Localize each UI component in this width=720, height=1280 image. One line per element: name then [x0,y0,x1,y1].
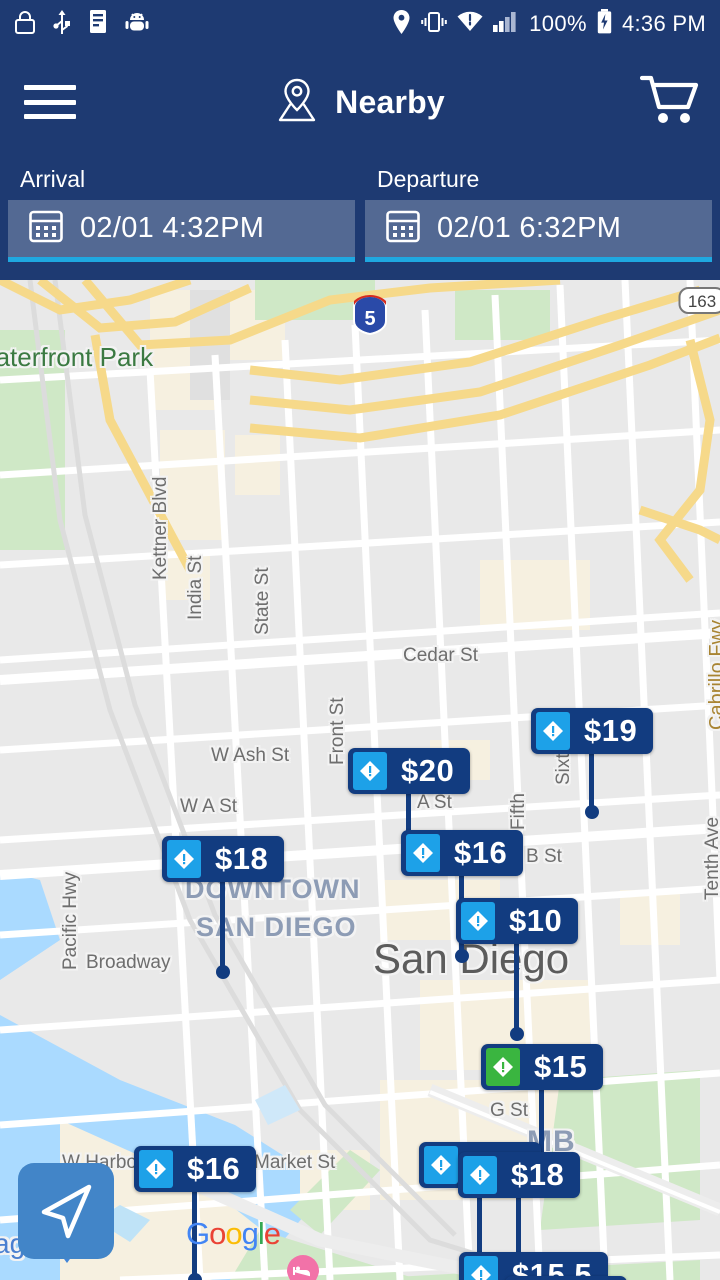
map-label-front-st: Front St [327,697,348,765]
status-bar: 100% 4:36 PM [0,0,720,48]
price-marker-pill[interactable]: $16 [134,1146,257,1192]
price-label: $16 [454,835,508,870]
price-marker-pill[interactable]: $10 [456,898,579,944]
map-label-a-st: A St [417,792,452,813]
parking-diamond-icon [486,1048,520,1086]
map-label-cabrillo-fwy: Cabrillo Fwy [706,619,720,730]
android-bug-icon [125,11,149,38]
price-label: $20 [401,753,455,788]
price-marker-pill[interactable]: $18 [162,836,285,882]
map-label-market-st: Market St [254,1152,336,1173]
navigation-arrow-icon [41,1184,92,1239]
highway-shield-163: 163 [678,286,720,321]
lock-icon [14,10,36,39]
map-label-kettner-blvd: Kettner Blvd [150,476,171,581]
locate-me-button[interactable] [18,1163,114,1259]
parking-diamond-icon [464,1256,498,1280]
marker-anchor-dot [454,949,469,963]
document-icon [88,9,108,39]
parking-diamond-icon [461,902,495,940]
cell-signal-icon [493,11,519,37]
map-pin-icon [275,76,319,129]
parking-diamond-icon [406,834,440,872]
marker-anchor-dot [509,1027,524,1041]
marker-anchor-dot [187,1273,202,1280]
google-watermark: Google [186,1216,281,1251]
marker-anchor-dot [584,805,599,819]
parking-diamond-icon [353,752,387,790]
map-label-w-ash-st: W Ash St [211,745,290,766]
page-title: Nearby [335,83,445,120]
price-marker-pill[interactable]: $18 [505,1276,628,1280]
departure-datetime-field[interactable]: 02/01 6:32PM [365,200,712,262]
price-marker-pill[interactable]: $18 [458,1152,581,1198]
app-bar: Nearby [0,48,720,156]
marker-anchor-dot [215,965,230,979]
arrival-datetime-value: 02/01 4:32PM [80,212,265,244]
arrival-datetime-field[interactable]: 02/01 4:32PM [8,200,355,262]
highway-shield-5: 5 [352,294,388,340]
map-label-state-st: State St [252,567,273,635]
hotel-poi-pin-marriott[interactable] [286,1255,320,1280]
wifi-icon [457,11,483,37]
price-marker-pill[interactable]: $19 [531,708,654,754]
svg-text:5: 5 [364,308,375,330]
marker-stem [220,880,225,972]
app-bar-title-group: Nearby [0,76,720,129]
clock-label: 4:36 PM [621,11,706,36]
map-label-g-st: G St [490,1100,529,1121]
battery-percent-label: 100% [529,11,587,36]
status-bar-right-icons: 100% 4:36 PM [392,9,706,40]
svg-text:163: 163 [688,292,716,311]
hamburger-menu-icon[interactable] [24,85,76,119]
map-label-india-st: India St [185,555,206,620]
map-label-cedar-st: Cedar St [403,645,478,666]
date-range-strip: Arrival 02/01 4:32PM Departure 02/01 6:3… [0,156,720,280]
map-label-w-a-st: W A St [180,796,238,817]
usb-icon [53,9,71,40]
vibrate-icon [421,10,447,39]
price-label: $16 [187,1151,241,1186]
location-icon [392,9,411,40]
parking-diamond-icon [167,840,201,878]
arrival-label: Arrival [20,166,86,192]
departure-label: Departure [377,166,480,192]
departure-column: Departure 02/01 6:32PM [365,156,712,280]
map-label-fifth: Fifth [508,793,529,830]
parking-diamond-icon [463,1156,497,1194]
marker-stem [589,752,594,812]
parking-diamond-icon [139,1150,173,1188]
battery-charging-icon [597,9,612,39]
price-label: $10 [509,903,563,938]
map-canvas[interactable]: 5 163 Waterfront Park Kettner Blvd India… [0,280,720,1280]
price-marker-pill[interactable]: $16 [401,830,524,876]
price-label: $18 [215,841,269,876]
price-label: $19 [584,713,638,748]
map-label-b-st: B St [526,846,562,867]
arrival-column: Arrival 02/01 4:32PM [8,156,355,280]
status-bar-left-icons [14,9,149,40]
price-marker-pill[interactable]: $20 [348,748,471,794]
map-label-waterfront: Waterfront Park [0,342,154,372]
map-label-broadway: Broadway [86,952,171,973]
map-label-tenth-ave: Tenth Ave [702,816,720,900]
parking-diamond-icon [536,712,570,750]
price-label: $15 [534,1049,588,1084]
map-label-pacific-hwy: Pacific Hwy [60,871,81,970]
marker-stem [514,942,519,1034]
calendar-icon [28,208,64,249]
price-label: $18 [511,1157,565,1192]
price-marker-pill[interactable]: $15 [481,1044,604,1090]
shopping-cart-icon[interactable] [639,73,700,132]
parking-diamond-icon [424,1146,458,1184]
departure-datetime-value: 02/01 6:32PM [437,212,622,244]
calendar-icon [385,208,421,249]
